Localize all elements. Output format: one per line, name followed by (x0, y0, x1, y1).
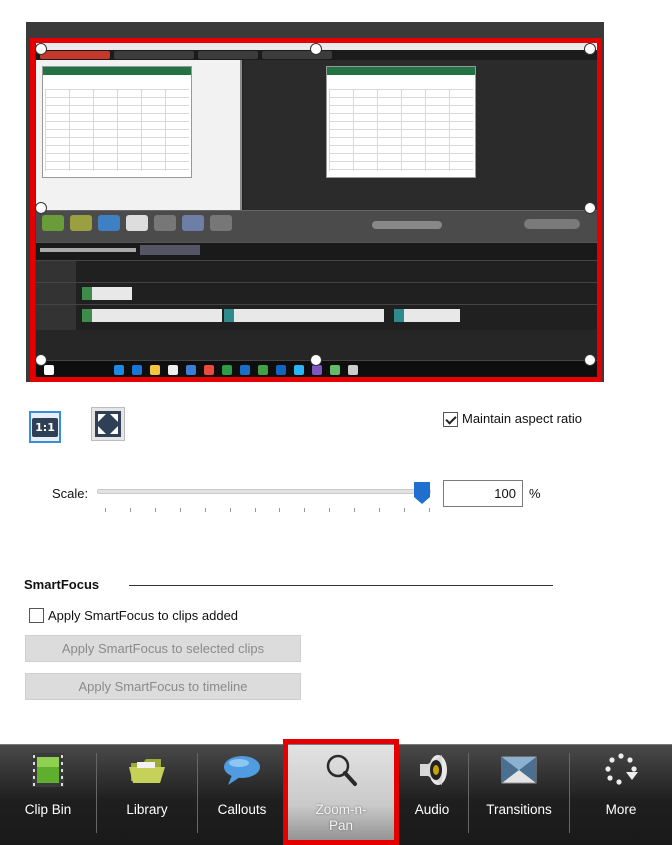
tab-more[interactable]: More (570, 745, 672, 845)
scale-label: Scale: (52, 486, 89, 501)
maintain-aspect-checkbox[interactable] (443, 412, 458, 427)
tab-label: Callouts (217, 802, 267, 817)
expand-arrows-icon (95, 411, 121, 437)
magnifier-icon (326, 754, 357, 786)
scale-slider-tick (429, 508, 430, 512)
scale-slider-tick (254, 508, 256, 512)
preview-track-3 (36, 260, 598, 282)
apply-smartfocus-timeline-button[interactable]: Apply SmartFocus to timeline (25, 673, 301, 700)
smartfocus-divider (129, 585, 553, 586)
tab-zoom-n-pan[interactable]: Zoom-n-Pan (288, 745, 394, 845)
film-strip-icon (32, 753, 64, 787)
scale-slider-tick (204, 508, 206, 512)
resize-handle-right[interactable] (584, 202, 596, 214)
preview-clip-area (36, 60, 242, 210)
scale-slider-tick (304, 508, 306, 512)
tab-label: Library (126, 802, 168, 817)
preview-toolbar (36, 210, 598, 242)
tab-label: Audio (414, 802, 450, 817)
tab-callouts[interactable]: Callouts (198, 745, 286, 845)
zoom-preview (26, 22, 604, 382)
smartfocus-clips-added-checkbox[interactable] (29, 608, 44, 623)
scale-value-input[interactable]: 100 (443, 480, 523, 507)
scale-slider-tick (105, 508, 106, 512)
tab-clip-bin[interactable]: Clip Bin (0, 745, 96, 845)
tab-label: Transitions (486, 802, 552, 817)
preview-timeline-ruler (36, 242, 598, 260)
preview-screenshot (36, 38, 598, 378)
scale-slider-tick (179, 508, 181, 512)
preview-track-2 (36, 282, 598, 304)
more-dots-icon (605, 753, 638, 785)
transition-icon (501, 756, 537, 784)
tab-label: Clip Bin (24, 802, 72, 817)
scale-slider-tick (404, 508, 406, 512)
resize-handle-top[interactable] (310, 43, 322, 55)
resize-handle-top-left[interactable] (35, 43, 47, 55)
smartfocus-heading: SmartFocus (24, 577, 100, 592)
tab-library[interactable]: Library (97, 745, 197, 845)
resize-handle-bottom-right[interactable] (584, 354, 596, 366)
folder-icon (129, 759, 165, 783)
one-to-one-label: 1:1 (32, 417, 58, 437)
tab-audio[interactable]: Audio (396, 745, 468, 845)
tab-label: More (605, 802, 637, 817)
bottom-tab-bar: Clip Bin Library Callouts Zoom-n-Pan Aud… (0, 744, 672, 845)
resize-handle-top-right[interactable] (584, 43, 596, 55)
smartfocus-clips-added-label: Apply SmartFocus to clips added (48, 608, 239, 623)
fit-to-screen-button[interactable] (91, 407, 125, 441)
resize-handle-left[interactable] (35, 202, 47, 214)
scale-slider-tick (229, 508, 231, 512)
scale-slider-tick (129, 508, 131, 512)
resize-handle-bottom-left[interactable] (35, 354, 47, 366)
resize-handle-bottom[interactable] (310, 354, 322, 366)
scale-unit-label: % (529, 486, 541, 501)
preview-track-1 (36, 304, 598, 330)
scale-slider-thumb[interactable] (414, 482, 430, 504)
preview-canvas (244, 60, 598, 210)
scale-slider-tick (279, 508, 281, 512)
tab-transitions[interactable]: Transitions (469, 745, 569, 845)
scale-slider-tick (379, 508, 381, 512)
apply-smartfocus-selected-button[interactable]: Apply SmartFocus to selected clips (25, 635, 301, 662)
scale-slider-tick (154, 508, 156, 512)
scale-slider-tick (354, 508, 356, 512)
speaker-icon (420, 755, 447, 785)
maintain-aspect-label: Maintain aspect ratio (462, 411, 582, 426)
one-to-one-button[interactable]: 1:1 (29, 411, 61, 443)
scale-slider-tick (329, 508, 331, 512)
scale-slider-track[interactable] (97, 489, 431, 494)
speech-bubble-icon (224, 756, 260, 785)
tab-label: Zoom-n-Pan (315, 802, 367, 833)
